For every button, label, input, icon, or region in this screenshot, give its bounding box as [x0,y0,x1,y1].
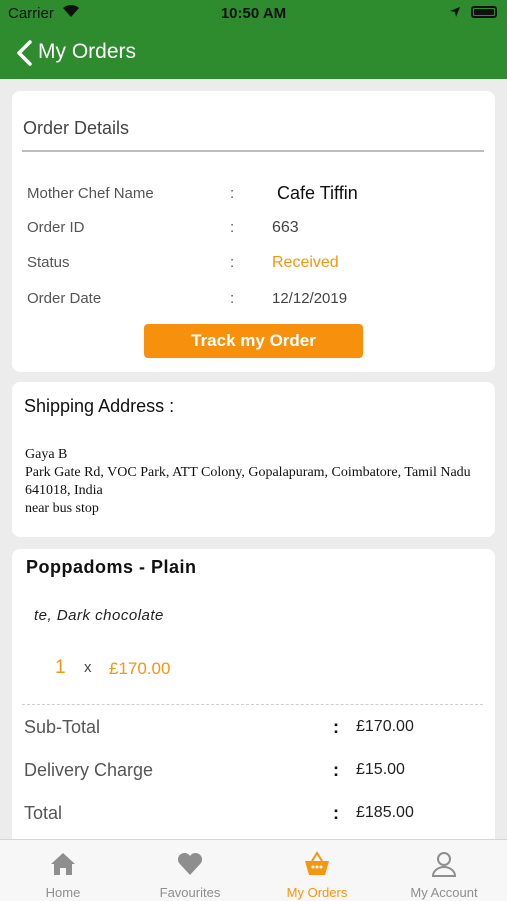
shipping-address-text: Gaya B Park Gate Rd, VOC Park, ATT Colon… [25,446,485,518]
item-description: te, Dark chocolate [34,607,164,624]
shipping-address-title: Shipping Address : [24,396,175,416]
item-price: £170.00 [109,659,171,678]
dashed-divider [22,704,483,705]
battery-icon [471,6,497,18]
tab-my-account[interactable]: My Account [381,840,507,901]
colon: : [230,185,235,202]
colon: : [333,803,339,823]
back-chevron-icon[interactable] [14,40,36,66]
colon: : [230,254,235,271]
heart-icon [177,852,203,875]
colon: : [230,219,235,236]
tab-favourites[interactable]: Favourites [127,840,253,901]
tab-my-orders[interactable]: My Orders [254,840,380,901]
page-title: My Orders [38,40,137,63]
address-line: near bus stop [25,501,99,516]
person-icon [431,852,457,877]
order-details-title: Order Details [23,118,130,138]
tab-favourites-label: Favourites [159,885,221,900]
address-line: Park Gate Rd, VOC Park, ATT Colony, Gopa… [25,465,471,498]
address-line: Gaya B [25,447,68,462]
tab-my-account-label: My Account [410,885,478,900]
colon: : [333,717,339,737]
subtotal-label: Sub-Total [24,717,101,737]
tab-my-orders-label: My Orders [286,885,348,900]
order-details-card: Order Details Mother Chef Name : Cafe Ti… [12,91,495,372]
order-id-value: 663 [272,219,299,236]
order-date-value: 12/12/2019 [272,290,348,307]
basket-icon [305,851,329,875]
shipping-address-card: Shipping Address : Gaya B Park Gate Rd, … [12,382,495,537]
order-items-card: Poppadoms - Plain te, Dark chocolate 1 x… [12,549,495,839]
colon: : [333,760,339,780]
order-id-label: Order ID [27,219,85,236]
chef-name-value: Cafe Tiffin [277,183,358,203]
total-value: £185.00 [356,804,414,821]
total-label: Total [24,803,63,823]
colon: : [230,290,235,307]
tab-bar: Home Favourites My Orders My Account [0,839,507,901]
order-date-label: Order Date [27,290,102,307]
item-quantity: 1 [55,657,66,678]
track-order-button[interactable]: Track my Order [144,324,363,358]
subtotal-value: £170.00 [356,718,414,735]
status-label: Status [27,254,70,271]
delivery-charge-label: Delivery Charge [24,760,154,780]
clock: 10:50 AM [220,5,287,22]
home-icon [51,853,75,875]
item-name: Poppadoms - Plain [26,557,197,577]
status-bar: Carrier 10:50 AM [0,0,507,26]
tab-home-label: Home [45,885,81,900]
nav-bar: My Orders [0,26,507,79]
delivery-charge-value: £15.00 [356,761,405,778]
tab-home[interactable]: Home [0,840,126,901]
chef-name-label: Mother Chef Name [27,185,154,202]
multiply-sign: x [84,659,92,676]
status-value: Received [272,254,339,271]
location-icon [450,7,460,17]
divider [22,150,484,152]
